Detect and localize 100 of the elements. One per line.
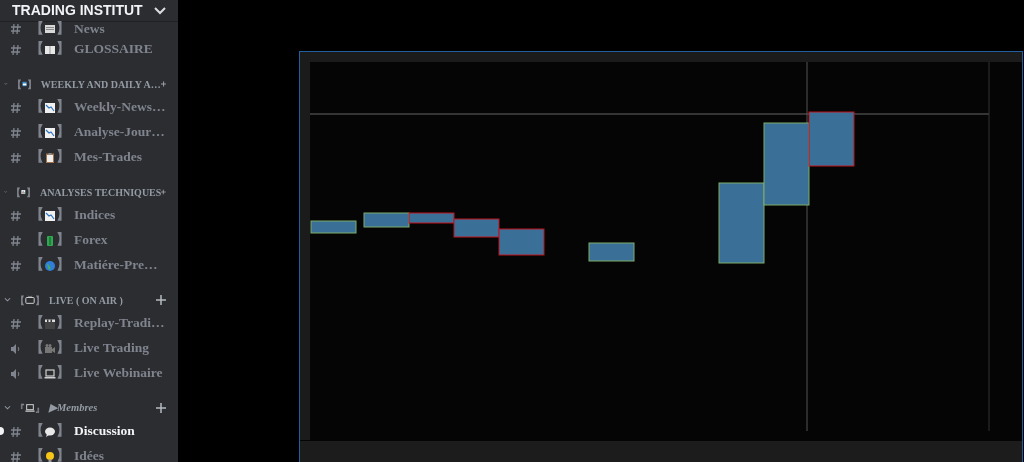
chart-icon [44,209,56,222]
clipboard-icon [44,151,56,164]
bracket-text: 】 [56,447,70,462]
chart-icon [44,126,56,139]
hash-icon [10,234,22,247]
bracket-text: 】 [25,185,36,200]
globe-icon [44,259,56,272]
collapse-chevron-icon [4,297,11,303]
bracket-text: 【 [30,422,44,441]
channel-name: GLOSSAIRE [74,40,153,59]
newspaper-icon [44,23,56,35]
plus-icon [161,187,166,197]
bracket-text: 『 [15,401,25,416]
bracket-text: 】 [56,339,70,358]
channel-name: Replay-Tradi… [74,314,165,333]
category-header[interactable]: 『 』 ▶Membres [0,397,178,419]
channel-name: Live Webinaire [74,364,163,383]
hash-icon [10,259,22,272]
bracket-text: 【 [30,447,44,462]
bracket-text: 】 [35,293,45,308]
bracket-text: 【 [30,364,44,383]
plus-icon [156,403,166,413]
speaker-icon [10,342,22,355]
video-camera-icon [44,342,56,355]
bracket-text: 】 [26,77,37,92]
channel-name: Indices [74,206,116,225]
channel-name: Live Trading [74,339,149,358]
hash-icon [10,425,22,438]
server-header[interactable]: TRADING INSTITUT [0,0,178,21]
bracket-text: 』 [35,401,45,416]
channel-name: Forex [74,231,108,250]
bracket-text: 】 [56,231,70,250]
laptop-icon [44,367,56,380]
category-name: ANALYSES TECHNIQUES [39,185,162,200]
category-header[interactable]: 【 】 LIVE ( ON AIR ) [0,289,178,311]
category-name: WEEKLY AND DAILY A… [40,77,161,92]
bracket-text: 【 [30,40,44,59]
plus-icon [156,295,166,305]
channel-name: Analyse-Jour… [74,123,165,142]
bar-chart-icon [21,187,26,197]
hash-icon [10,450,22,462]
hash-icon [10,317,22,330]
speaker-icon [10,367,22,380]
channel-item[interactable]: 【 】 Indices [0,203,178,228]
category-header[interactable]: 【 】 ANALYSES TECHNIQUES [0,181,178,203]
channel-name: Mes-Trades [74,148,142,167]
category-name: LIVE ( ON AIR ) [49,293,124,308]
clapperboard-icon [44,317,56,330]
server-name: TRADING INSTITUT [12,1,143,20]
bracket-text: 】 [56,206,70,225]
chart-icon [44,101,56,114]
channel-item[interactable]: 【 】 GLOSSAIRE [0,37,178,62]
bracket-text: 【 [11,77,22,92]
bracket-text: 】 [56,314,70,333]
channel-name: Matiére-Pre… [74,256,158,275]
bracket-text: 【 [30,123,44,142]
bracket-text: 【 [30,314,44,333]
tv-icon [25,295,35,305]
bracket-text: 】 [56,148,70,167]
bracket-text: 】 [56,422,70,441]
bracket-text: 【 [11,185,22,200]
channel-name: News [74,19,105,38]
plus-icon [160,79,166,89]
hash-icon [10,209,22,222]
channel-item[interactable]: 【 】 Live Trading [0,336,178,361]
collapse-chevron-icon [4,405,11,411]
channel-item[interactable]: 【 】 Analyse-Jour… [0,120,178,145]
category-header[interactable]: 【 】 WEEKLY AND DAILY A… [0,73,178,95]
channel-item[interactable]: 【 】 Mes-Trades [0,145,178,170]
book-icon [44,43,56,56]
channel-item[interactable]: 【 】 Idées [0,444,178,462]
bracket-text: 】 [56,19,70,38]
channel-item[interactable]: 【 】 Weekly-News… [0,95,178,120]
bracket-text: 【 [30,339,44,358]
channel-item[interactable]: 【 】 Forex [0,228,178,253]
bracket-text: 】 [56,364,70,383]
calendar-icon [21,79,27,89]
bracket-text: 【 [30,148,44,167]
hash-icon [10,23,22,35]
channel-item[interactable]: 【 】 Replay-Tradi… [0,311,178,336]
bracket-text: 【 [30,206,44,225]
bracket-text: 【 [30,231,44,250]
channel-item[interactable]: 【 】 Live Webinaire [0,361,178,386]
bracket-text: 【 [15,293,25,308]
bracket-text: 【 [30,256,44,275]
hash-icon [10,101,22,114]
bracket-text: 】 [56,256,70,275]
category-name: ▶Membres [49,401,99,416]
lightbulb-icon [44,450,56,462]
channel-name: Weekly-News… [74,98,166,117]
bracket-text: 】 [56,123,70,142]
hash-icon [10,126,22,139]
channel-item[interactable]: 【 】 Matiére-Pre… [0,253,178,278]
speech-bubble-icon [44,425,56,438]
channel-item[interactable]: 【 】 Discussion [0,419,178,444]
hash-icon [10,43,22,56]
channel-item[interactable]: 【 】 News [0,21,178,37]
channel-name: Idées [74,447,104,462]
bracket-text: 】 [56,40,70,59]
banknote-icon [44,234,56,247]
